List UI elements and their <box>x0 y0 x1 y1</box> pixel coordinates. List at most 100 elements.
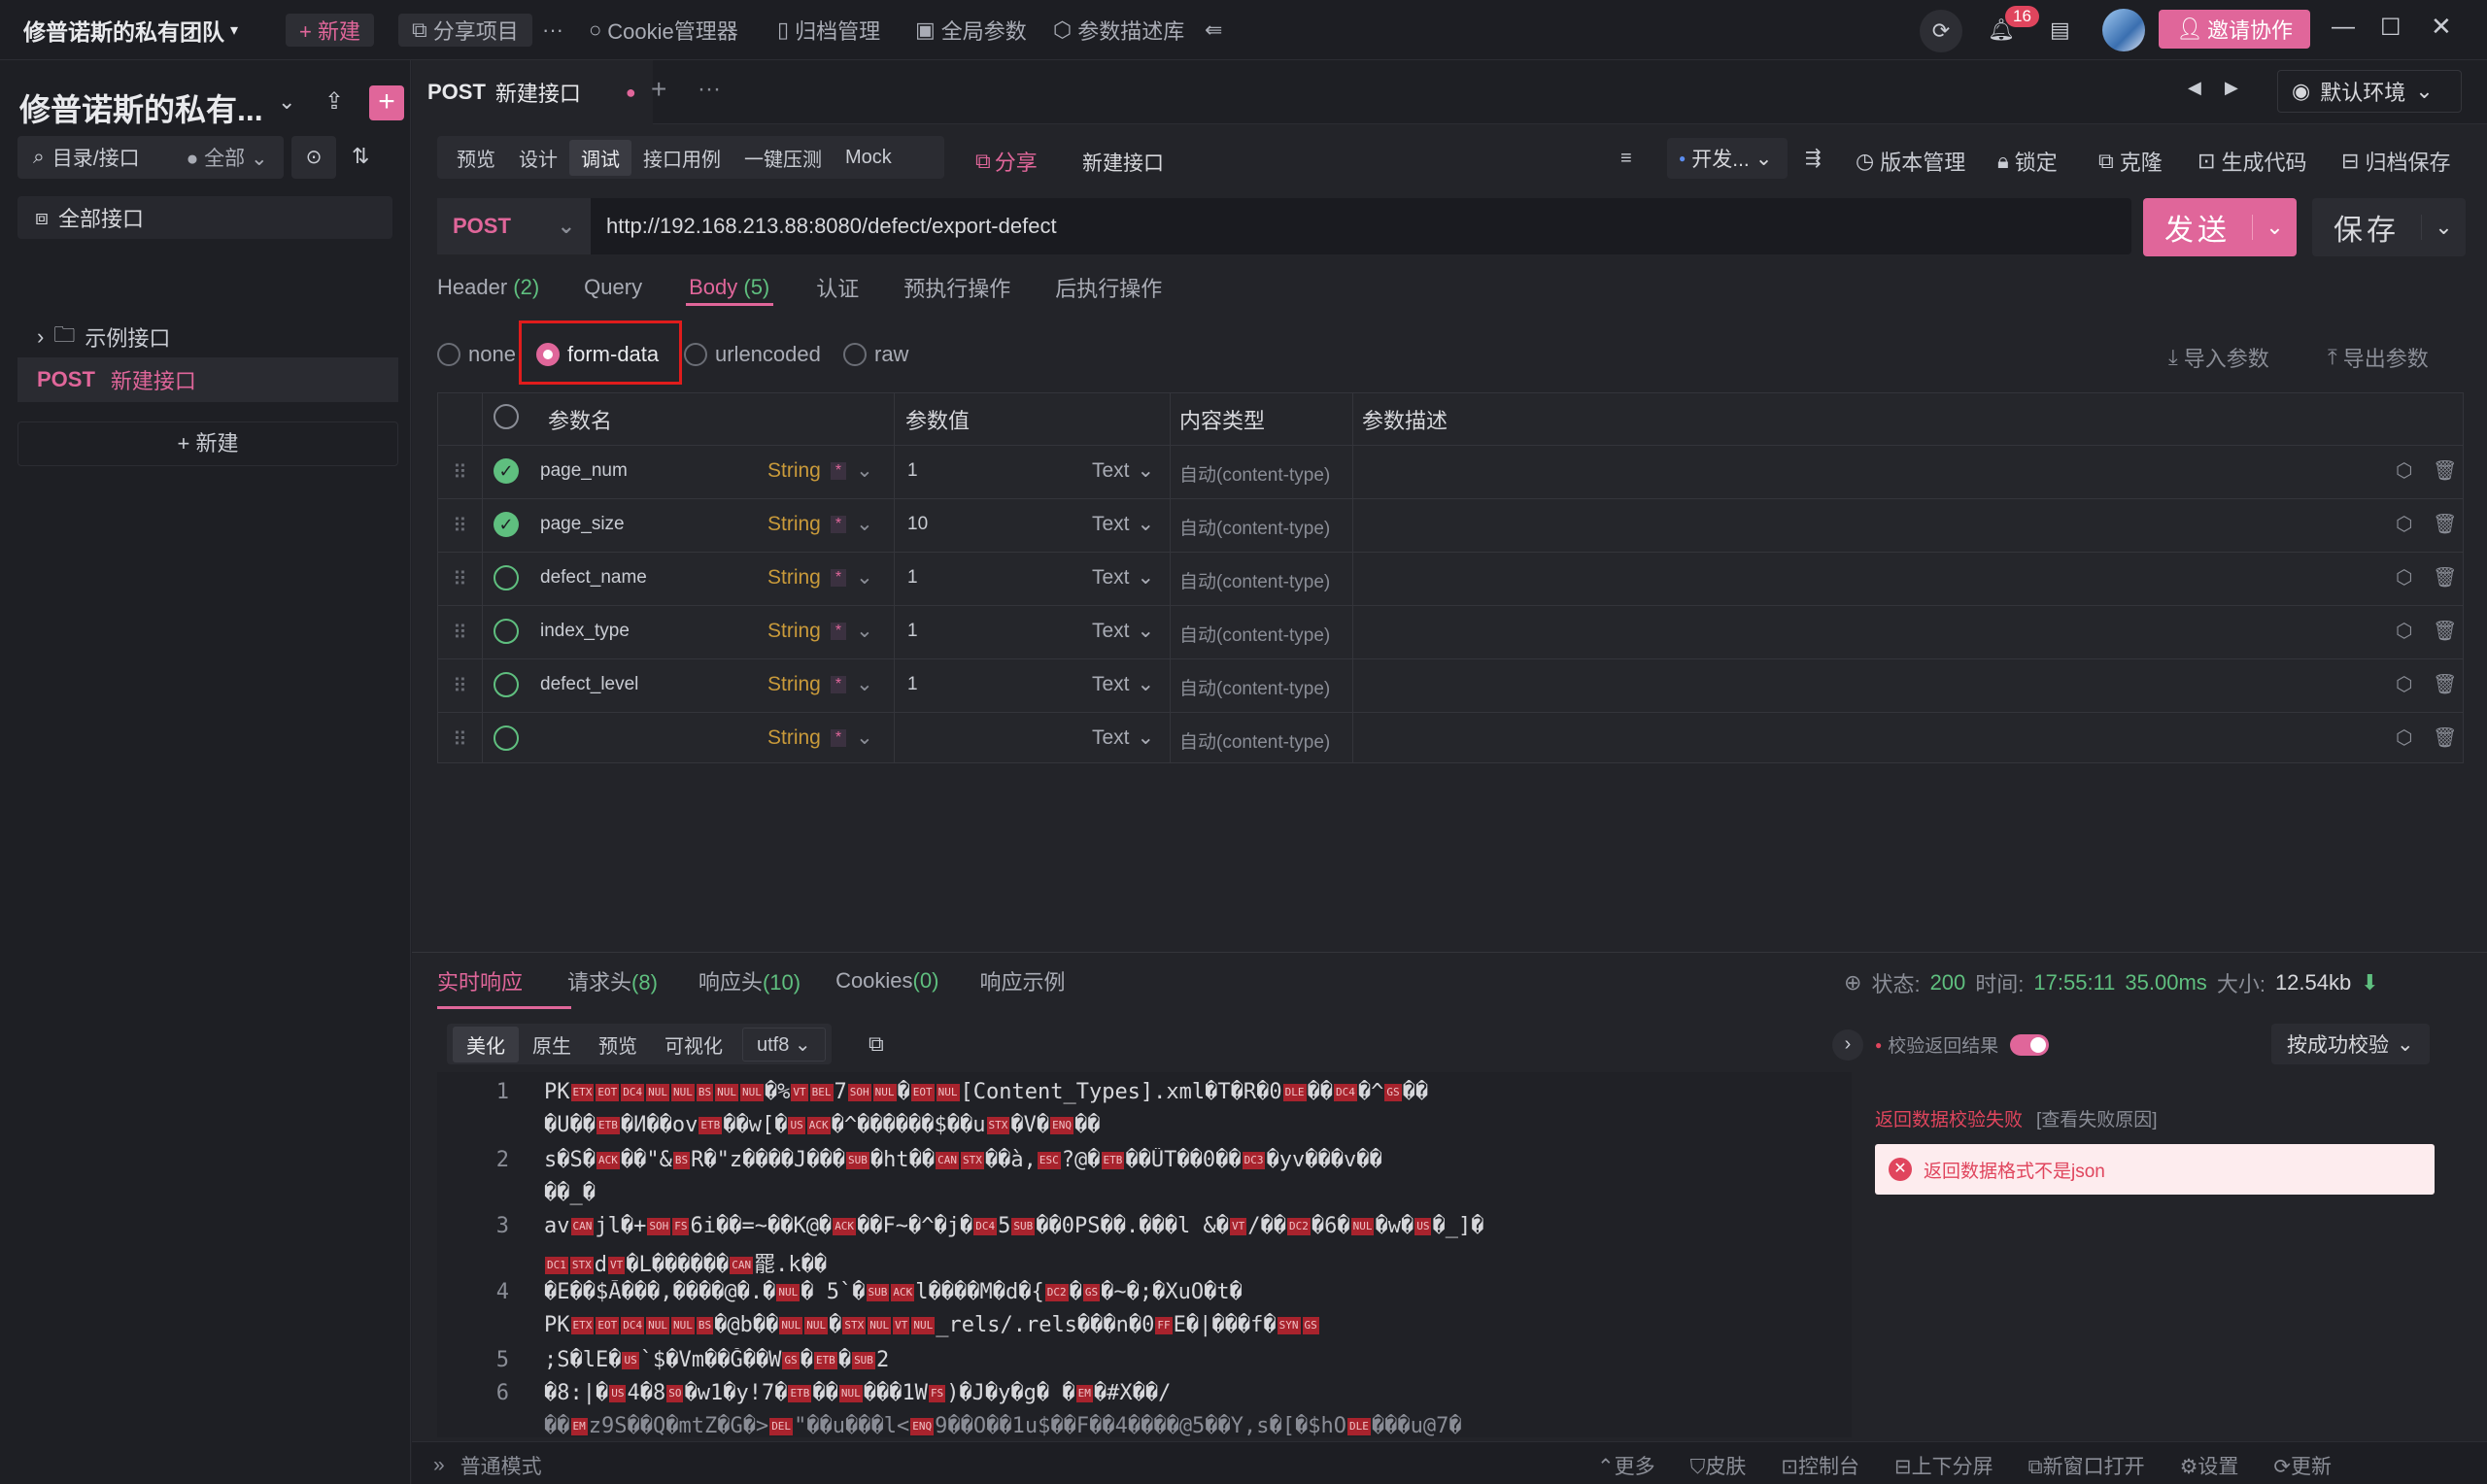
close-icon[interactable]: ✕ <box>2431 12 2452 42</box>
tab-cookies[interactable]: Cookies(0) <box>835 968 938 994</box>
sidebar-item-folder[interactable]: › 🗀︎ 示例接口 <box>37 319 170 355</box>
param-type-select[interactable]: String * ⌄ <box>767 512 873 536</box>
invite-button[interactable]: 👤︎ 邀请协作 <box>2159 10 2310 49</box>
upload-icon[interactable]: ⇪ <box>324 87 344 116</box>
drag-handle-icon[interactable]: ⠿ <box>453 674 467 698</box>
dev-env-select[interactable]: ● 开发... ⌄ <box>1667 138 1788 179</box>
param-kind-select[interactable]: Text ⌄ <box>1092 512 1154 536</box>
chevron-down-icon[interactable]: ⌄ <box>2252 215 2297 240</box>
mode-mock[interactable]: Mock <box>834 143 903 173</box>
drag-handle-icon[interactable]: ⠿ <box>453 727 467 752</box>
row-checkbox[interactable] <box>494 725 519 751</box>
tab-more-icon[interactable]: ··· <box>698 76 721 103</box>
more-button[interactable]: ⌃更多 <box>1597 1451 1655 1480</box>
document-icon[interactable]: ▤ <box>2050 17 2070 43</box>
add-button[interactable]: + <box>369 85 404 120</box>
param-name[interactable]: defect_level <box>540 674 638 695</box>
param-type-select[interactable]: String * ⌄ <box>767 565 873 590</box>
more-menu-button[interactable]: ··· <box>542 14 563 47</box>
param-content-type[interactable]: 自动(content-type) <box>1179 514 1330 540</box>
drag-handle-icon[interactable]: ⠿ <box>453 514 467 538</box>
fail-reason-link[interactable]: [查看失败原因] <box>2036 1105 2158 1131</box>
cube-icon[interactable]: ⬡ <box>2396 672 2412 696</box>
version-button[interactable]: ◷ 版本管理 <box>1856 146 1965 177</box>
mode-stress[interactable]: 一键压测 <box>732 140 834 176</box>
required-badge[interactable]: * <box>830 568 847 587</box>
required-badge[interactable]: * <box>830 622 847 640</box>
drag-handle-icon[interactable]: ⠿ <box>453 567 467 591</box>
tab-pre-script[interactable]: 预执行操作 <box>903 272 1010 303</box>
tab-new-api[interactable]: POST 新建接口 ● <box>412 60 653 124</box>
mode-debug[interactable]: 调试 <box>569 139 631 176</box>
validate-mode-select[interactable]: 按成功校验 ⌄ <box>2271 1024 2430 1064</box>
url-input[interactable]: http://192.168.213.88:8080/defect/export… <box>591 214 1057 239</box>
tab-auth[interactable]: 认证 <box>816 272 859 303</box>
update-button[interactable]: ⟳更新 <box>2273 1451 2332 1480</box>
sidebar-new-button[interactable]: + 新建 <box>17 422 398 466</box>
param-kind-select[interactable]: Text ⌄ <box>1092 619 1154 643</box>
share-button[interactable]: ⧉ 分享 <box>975 146 1038 177</box>
sort-icon[interactable]: ⇅ <box>352 144 369 169</box>
radio-raw[interactable]: raw <box>843 342 908 367</box>
new-button[interactable]: + 新建 <box>286 14 374 47</box>
param-kind-select[interactable]: Text ⌄ <box>1092 672 1154 696</box>
mode-cases[interactable]: 接口用例 <box>631 140 732 176</box>
send-button[interactable]: 发送 ⌄ <box>2143 198 2297 256</box>
tab-request-headers[interactable]: 请求头(8) <box>567 965 658 996</box>
param-content-type[interactable]: 自动(content-type) <box>1179 460 1330 487</box>
cube-icon[interactable]: ⬡ <box>2396 565 2412 590</box>
save-button[interactable]: 保存 ⌄ <box>2312 198 2466 256</box>
mode-indicator[interactable]: » 普通模式 <box>433 1451 542 1480</box>
row-checkbox[interactable]: ✓ <box>494 512 519 537</box>
trash-icon[interactable]: 🗑︎ <box>2433 725 2457 750</box>
mode-design[interactable]: 设计 <box>507 140 569 176</box>
required-badge[interactable]: * <box>830 728 847 747</box>
lock-button[interactable]: 🔒︎ 锁定 <box>1997 146 2058 177</box>
team-selector[interactable]: 修普诺斯的私有团队 ▾ <box>23 14 238 47</box>
cube-icon[interactable]: ⬡ <box>2396 619 2412 643</box>
param-name[interactable]: defect_name <box>540 567 647 589</box>
clone-button[interactable]: ⧉ 克隆 <box>2098 146 2163 177</box>
param-name[interactable]: page_num <box>540 460 628 482</box>
chevron-down-icon[interactable]: ⌄ <box>278 89 295 115</box>
filter-select[interactable]: ● 全部 ⌄ <box>187 143 268 172</box>
view-beautify[interactable]: 美化 <box>453 1026 519 1062</box>
export-params-button[interactable]: ⤒ 导出参数 <box>2328 342 2429 373</box>
param-name[interactable]: page_size <box>540 514 625 535</box>
locate-icon[interactable]: ⊙ <box>291 136 336 179</box>
download-icon[interactable]: ⬇ <box>2361 970 2378 995</box>
tab-header[interactable]: Header (2) <box>437 275 539 300</box>
share-project-button[interactable]: ⧉ 分享项目 <box>398 14 532 47</box>
param-value[interactable]: 1 <box>907 674 918 695</box>
copy-icon[interactable]: ⧉ <box>869 1031 884 1057</box>
drag-handle-icon[interactable]: ⠿ <box>453 621 467 645</box>
required-badge[interactable]: * <box>830 461 847 480</box>
param-content-type[interactable]: 自动(content-type) <box>1179 727 1330 754</box>
param-type-select[interactable]: String * ⌄ <box>767 619 873 643</box>
menu-collapse-icon[interactable]: ⇚ <box>1205 14 1222 47</box>
trash-icon[interactable]: 🗑︎ <box>2433 565 2457 590</box>
tab-body[interactable]: Body (5) <box>689 275 769 300</box>
row-checkbox[interactable] <box>494 619 519 644</box>
format-icon[interactable]: ≡ <box>1620 148 1632 170</box>
cube-icon[interactable]: ⬡ <box>2396 725 2412 750</box>
row-checkbox[interactable] <box>494 672 519 697</box>
param-kind-select[interactable]: Text ⌄ <box>1092 458 1154 483</box>
avatar[interactable] <box>2102 9 2145 51</box>
param-value[interactable]: 1 <box>907 567 918 589</box>
tab-post-script[interactable]: 后执行操作 <box>1055 272 1162 303</box>
view-raw[interactable]: 原生 <box>519 1027 585 1062</box>
trash-icon[interactable]: 🗑︎ <box>2433 458 2457 483</box>
radio-urlencoded[interactable]: urlencoded <box>684 342 821 367</box>
param-kind-select[interactable]: Text ⌄ <box>1092 725 1154 750</box>
param-type-select[interactable]: String * ⌄ <box>767 672 873 696</box>
tab-response-example[interactable]: 响应示例 <box>979 965 1065 996</box>
tab-query[interactable]: Query <box>584 275 642 300</box>
trash-icon[interactable]: 🗑︎ <box>2433 512 2457 536</box>
view-preview[interactable]: 预览 <box>585 1027 651 1062</box>
param-type-select[interactable]: String * ⌄ <box>767 458 873 483</box>
sidebar-item-all-apis[interactable]: ⧈ 全部接口 <box>17 196 392 239</box>
sync-icon[interactable]: ⟳ <box>1920 10 1962 52</box>
archive-manager-button[interactable]: ▯ 归档管理 <box>777 14 880 47</box>
encoding-select[interactable]: utf8 ⌄ <box>742 1027 826 1062</box>
